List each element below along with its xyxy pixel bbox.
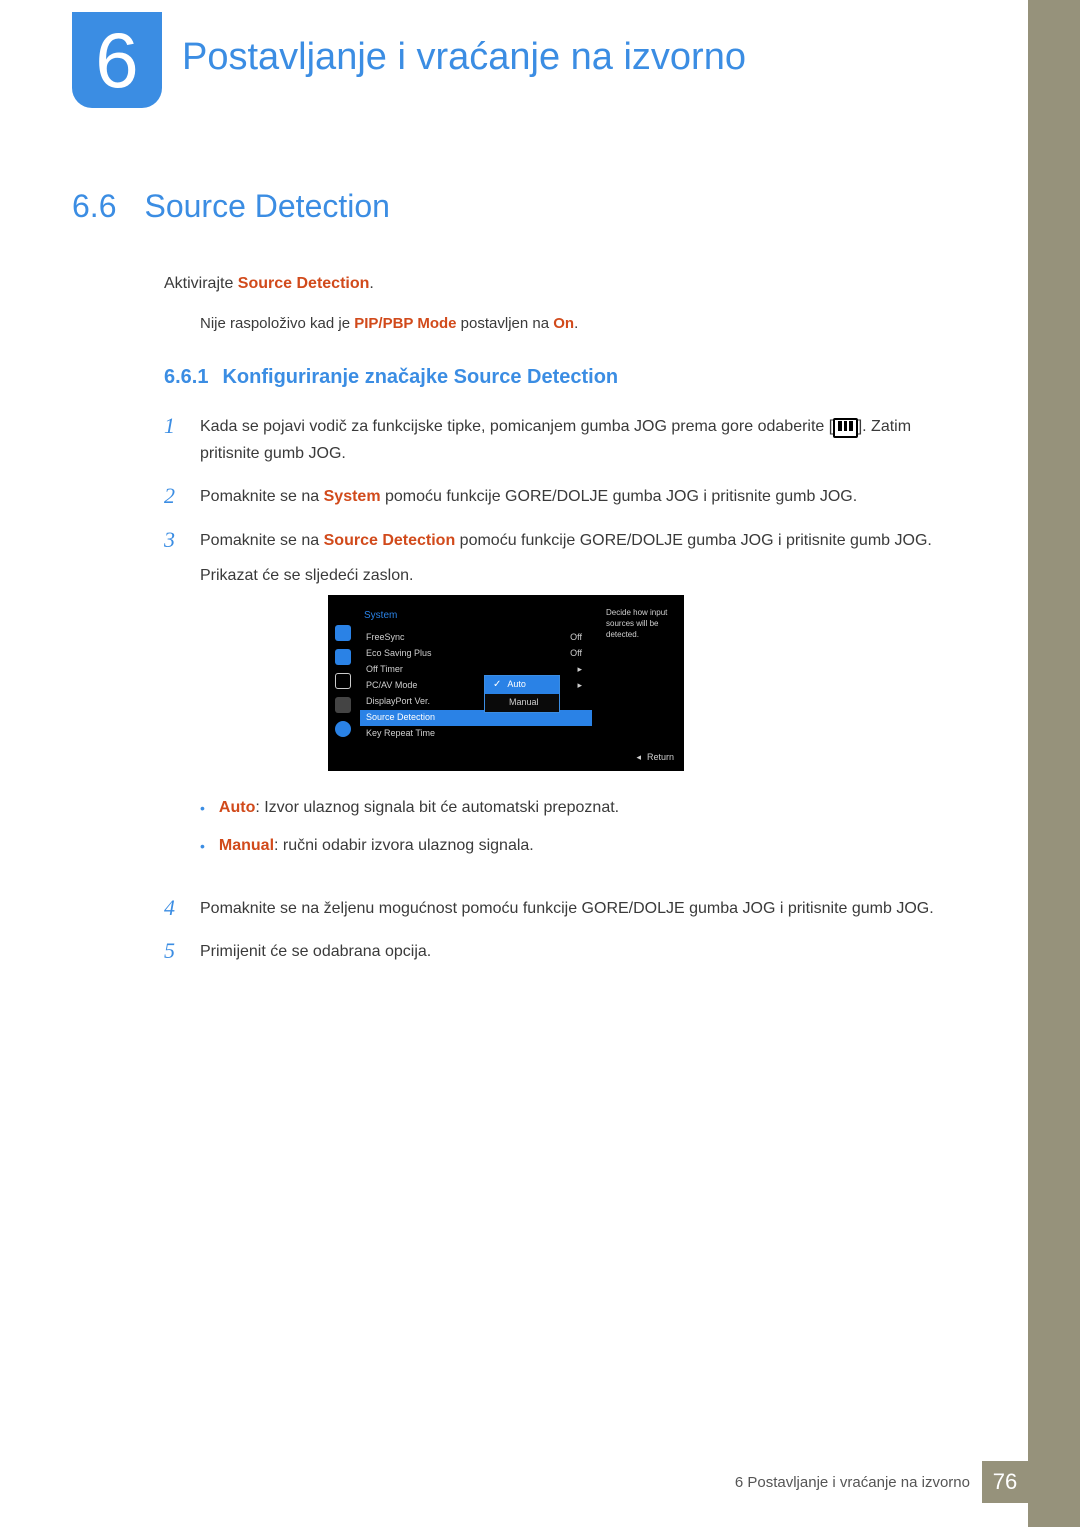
- footer-label: 6 Postavljanje i vraćanje na izvorno: [735, 1474, 970, 1491]
- osd-menu-title: System: [360, 605, 592, 630]
- step-body: Kada se pojavi vodič za funkcijske tipke…: [200, 413, 960, 467]
- osd-row-label: Key Repeat Time: [366, 726, 435, 741]
- osd-row-label: Source Detection: [366, 710, 435, 725]
- osd-row-label: FreeSync: [366, 630, 405, 645]
- osd-row-value: ▸: [577, 662, 582, 677]
- page-content: 6.6 Source Detection Aktivirajte Source …: [72, 188, 960, 981]
- monitor-icon: [335, 625, 351, 641]
- info-icon: [335, 721, 351, 737]
- page-number-badge: 76: [982, 1461, 1028, 1503]
- osd-help-pane: Decide how input sources will be detecte…: [598, 601, 684, 746]
- bullet-dot-icon: •: [200, 833, 205, 859]
- osd-submenu-option: Manual: [485, 694, 559, 712]
- step1-a: Kada se pojavi vodič za funkcijske tipke…: [200, 418, 833, 435]
- step3-a: Pomaknite se na: [200, 532, 324, 549]
- note-p1: Nije raspoloživo kad je: [200, 315, 354, 332]
- bullet-body: Manual: ručni odabir izvora ulaznog sign…: [219, 833, 534, 859]
- osd-row: Eco Saving Plus Off: [360, 646, 592, 662]
- osd-sidebar-icons: [328, 601, 358, 746]
- intro-keyword: Source Detection: [238, 275, 370, 292]
- step-item: 5 Primijenit će se odabrana opcija.: [164, 938, 960, 965]
- menu-icon: [833, 418, 858, 438]
- osd-option-manual: Manual: [509, 695, 539, 710]
- bullet-item: • Auto: Izvor ulaznog signala bit će aut…: [200, 789, 932, 827]
- option-bullets: • Auto: Izvor ulaznog signala bit će aut…: [200, 789, 932, 865]
- step-number: 2: [164, 483, 182, 510]
- step-body: Primijenit će se odabrana opcija.: [200, 938, 431, 965]
- step2-kw: System: [324, 488, 381, 505]
- note-p2: postavljen na: [457, 315, 554, 332]
- step-item: 2 Pomaknite se na System pomoću funkcije…: [164, 483, 960, 510]
- intro-post: .: [369, 275, 373, 292]
- osd-submenu: ✓ Auto Manual: [484, 675, 560, 713]
- chapter-number-badge: 6: [72, 12, 162, 108]
- move-icon: [335, 673, 351, 689]
- step-item: 4 Pomaknite se na željenu mogućnost pomo…: [164, 895, 960, 922]
- step-number: 4: [164, 895, 182, 922]
- intro-text: Aktivirajte Source Detection.: [164, 275, 960, 293]
- section-title: Source Detection: [144, 188, 389, 225]
- bullet-dot-icon: •: [200, 795, 205, 821]
- back-arrow-icon: ◂: [636, 750, 641, 765]
- section-number: 6.6: [72, 188, 116, 225]
- osd-footer: ◂ Return: [328, 746, 684, 771]
- osd-screenshot: System FreeSync Off Eco Saving Plus Off Of…: [328, 595, 684, 771]
- step-body: Pomaknite se na System pomoću funkcije G…: [200, 483, 857, 510]
- osd-row: Key Repeat Time: [360, 726, 592, 742]
- picture-icon: [335, 649, 351, 665]
- note-text: Nije raspoloživo kad je PIP/PBP Mode pos…: [200, 315, 960, 332]
- osd-row-label: Eco Saving Plus: [366, 646, 432, 661]
- side-stripe: [1028, 0, 1080, 1527]
- step-list: 1 Kada se pojavi vodič za funkcijske tip…: [164, 413, 960, 965]
- section-heading: 6.6 Source Detection: [72, 188, 960, 225]
- note-kw1: PIP/PBP Mode: [354, 315, 456, 332]
- osd-row-label: PC/AV Mode: [366, 678, 417, 693]
- step-body: Pomaknite se na željenu mogućnost pomoću…: [200, 895, 934, 922]
- osd-return-label: Return: [647, 750, 674, 765]
- gear-icon: [335, 697, 351, 713]
- subsection-number: 6.6.1: [164, 366, 208, 389]
- osd-row-label: DisplayPort Ver.: [366, 694, 430, 709]
- step-number: 3: [164, 527, 182, 879]
- step-body: Pomaknite se na Source Detection pomoću …: [200, 527, 932, 879]
- osd-row-label: Off Timer: [366, 662, 403, 677]
- step-number: 1: [164, 413, 182, 467]
- chapter-title: Postavljanje i vraćanje na izvorno: [182, 36, 746, 79]
- note-p3: .: [574, 315, 578, 332]
- subsection-title: Konfiguriranje značajke Source Detection: [222, 366, 618, 389]
- bullet-item: • Manual: ručni odabir izvora ulaznog si…: [200, 827, 932, 865]
- osd-menu: System FreeSync Off Eco Saving Plus Off Of…: [358, 601, 598, 746]
- step-number: 5: [164, 938, 182, 965]
- osd-row-value: Off: [570, 646, 582, 661]
- step3-c: Prikazat će se sljedeći zaslon.: [200, 567, 413, 584]
- step3-b: pomoću funkcije GORE/DOLJE gumba JOG i p…: [455, 532, 932, 549]
- note-kw2: On: [553, 315, 574, 332]
- bullet-kw: Manual: [219, 837, 274, 854]
- step3-kw: Source Detection: [324, 532, 456, 549]
- step2-a: Pomaknite se na: [200, 488, 324, 505]
- osd-option-auto: Auto: [507, 677, 526, 692]
- check-icon: ✓: [493, 676, 501, 693]
- osd-submenu-option-selected: ✓ Auto: [485, 676, 559, 694]
- step2-b: pomoću funkcije GORE/DOLJE gumba JOG i p…: [381, 488, 858, 505]
- subsection-heading: 6.6.1 Konfiguriranje značajke Source Det…: [164, 366, 960, 389]
- bullet-kw: Auto: [219, 799, 255, 816]
- bullet-body: Auto: Izvor ulaznog signala bit će autom…: [219, 795, 619, 821]
- step-item: 3 Pomaknite se na Source Detection pomoć…: [164, 527, 960, 879]
- osd-row-value: Off: [570, 630, 582, 645]
- osd-row: FreeSync Off: [360, 630, 592, 646]
- osd-row-value: ▸: [577, 678, 582, 693]
- bullet-text: : Izvor ulaznog signala bit će automatsk…: [255, 799, 619, 816]
- bullet-text: : ručni odabir izvora ulaznog signala.: [274, 837, 534, 854]
- intro-pre: Aktivirajte: [164, 275, 238, 292]
- page-footer: 6 Postavljanje i vraćanje na izvorno 76: [735, 1461, 1028, 1503]
- step-item: 1 Kada se pojavi vodič za funkcijske tip…: [164, 413, 960, 467]
